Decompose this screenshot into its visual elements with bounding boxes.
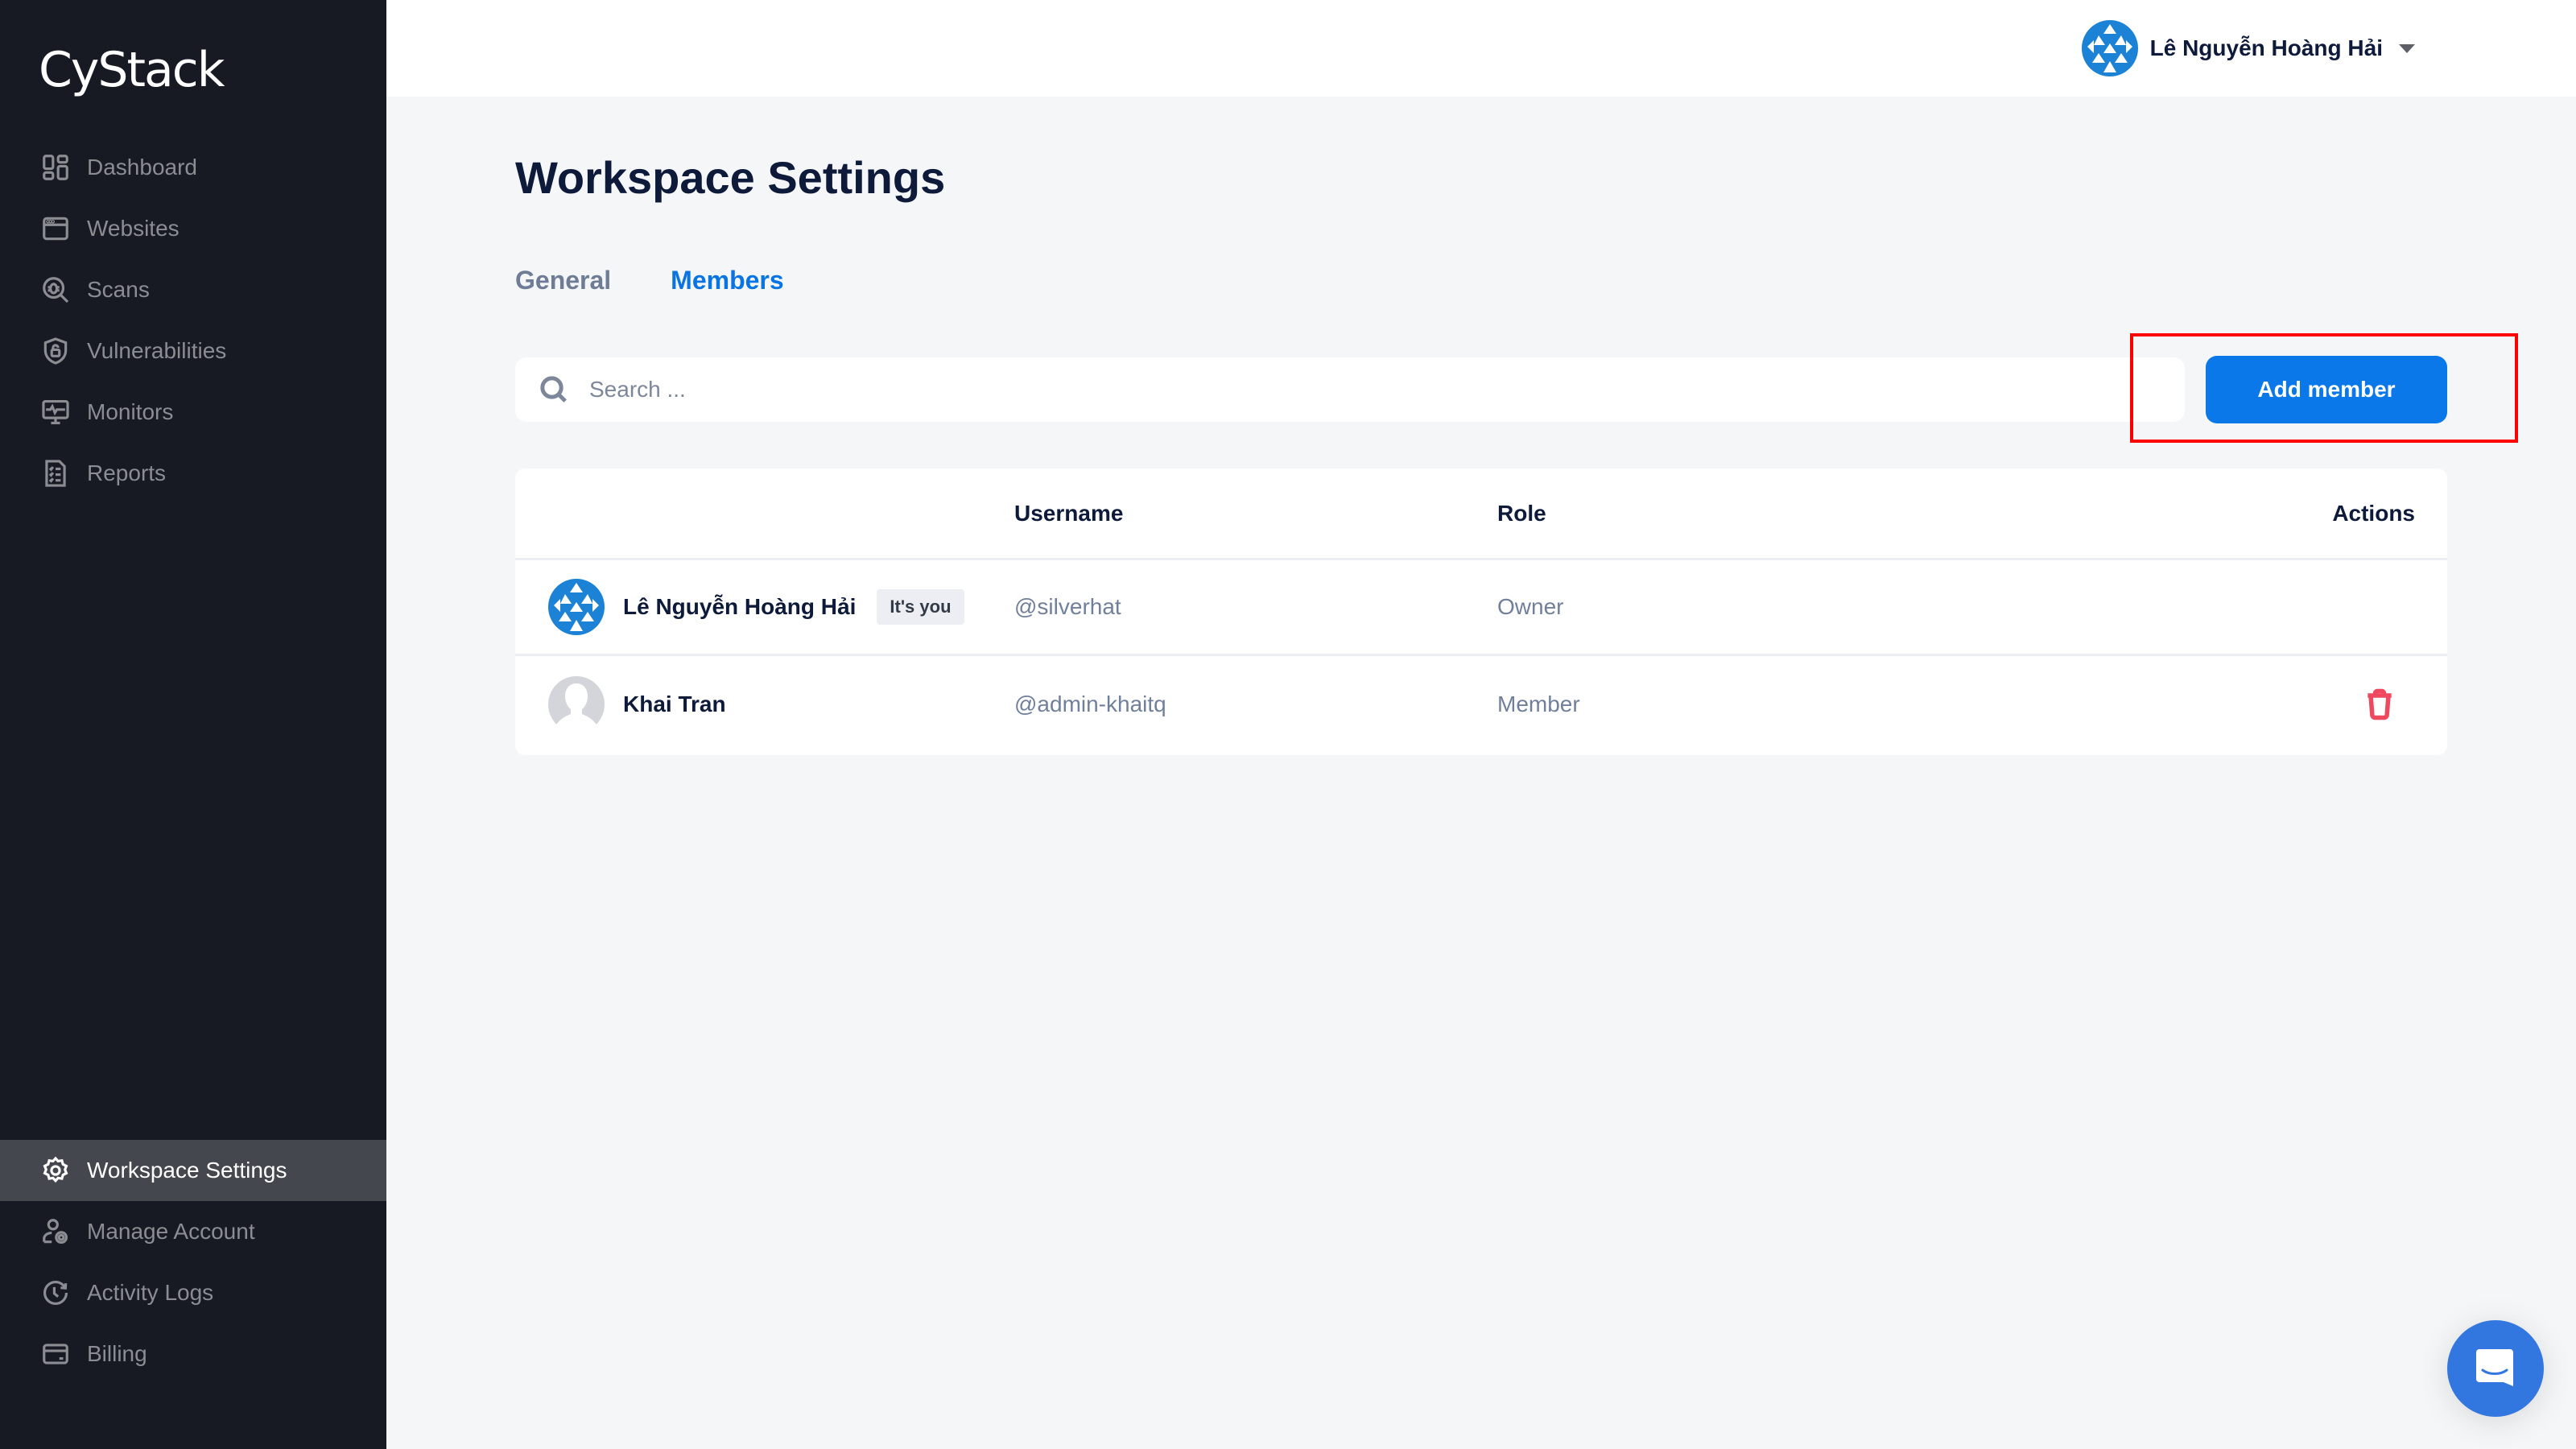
checklist-report-icon — [39, 456, 72, 490]
user-name: Lê Nguyễn Hoàng Hải — [2149, 35, 2383, 60]
dashboard-icon — [39, 151, 72, 184]
member-avatar — [547, 578, 605, 636]
sidebar: CyStack Dashboard Websites Scans Vulnera… — [0, 0, 386, 1449]
table-header: Username Role Actions — [515, 469, 2447, 560]
sidebar-item-label: Monitors — [87, 399, 174, 424]
sidebar-item-label: Billing — [87, 1341, 147, 1366]
browser-window-icon — [39, 212, 72, 246]
sidebar-item-label: Manage Account — [87, 1219, 255, 1244]
search-icon — [540, 376, 567, 402]
sidebar-item-manage-account[interactable]: Manage Account — [0, 1201, 386, 1262]
sidebar-item-scans[interactable]: Scans — [0, 259, 386, 320]
member-name: Khai Tran — [623, 691, 726, 716]
add-member-button[interactable]: Add member — [2206, 356, 2447, 423]
its-you-badge: It's you — [877, 589, 964, 625]
user-avatar — [2081, 19, 2139, 77]
sidebar-settings-nav: Workspace Settings Manage Account Activi… — [0, 1140, 386, 1385]
sidebar-item-workspace-settings[interactable]: Workspace Settings — [0, 1140, 386, 1201]
column-header-actions: Actions — [2332, 500, 2415, 526]
member-role: Owner — [1497, 594, 1564, 619]
table-row: Khai Tran @admin-khaitq Member — [515, 656, 2447, 752]
members-table: Username Role Actions Lê Nguyễn Hoàng Hả… — [515, 469, 2447, 755]
sidebar-item-label: Websites — [87, 216, 180, 241]
sidebar-item-activity-logs[interactable]: Activity Logs — [0, 1262, 386, 1323]
trash-icon — [2368, 688, 2392, 720]
search-input[interactable] — [589, 377, 2119, 402]
sidebar-item-monitors[interactable]: Monitors — [0, 382, 386, 443]
page-title: Workspace Settings — [515, 152, 946, 203]
shield-lock-icon — [39, 334, 72, 368]
clock-history-icon — [39, 1276, 72, 1310]
member-username: @admin-khaitq — [1014, 691, 1166, 716]
sidebar-item-label: Scans — [87, 277, 150, 302]
top-header: Lê Nguyễn Hoàng Hải — [386, 0, 2576, 97]
bug-search-icon — [39, 273, 72, 307]
sidebar-item-label: Activity Logs — [87, 1280, 214, 1305]
member-search — [515, 357, 2185, 422]
delete-member-button[interactable] — [2362, 687, 2397, 722]
tab-members[interactable]: Members — [671, 266, 784, 295]
sidebar-item-billing[interactable]: Billing — [0, 1323, 386, 1385]
support-chat-button[interactable] — [2447, 1320, 2544, 1417]
column-header-username: Username — [1014, 500, 1124, 526]
sidebar-main-nav: Dashboard Websites Scans Vulnerabilities… — [0, 137, 386, 504]
member-username: @silverhat — [1014, 594, 1121, 619]
sidebar-item-dashboard[interactable]: Dashboard — [0, 137, 386, 198]
column-header-role: Role — [1497, 500, 1546, 526]
default-user-avatar — [547, 675, 605, 733]
credit-card-icon — [39, 1337, 72, 1371]
sidebar-item-label: Vulnerabilities — [87, 338, 227, 363]
sidebar-item-websites[interactable]: Websites — [0, 198, 386, 259]
user-menu-dropdown[interactable]: Lê Nguyễn Hoàng Hải — [2081, 19, 2415, 77]
sidebar-item-label: Dashboard — [87, 155, 197, 180]
tab-general[interactable]: General — [515, 266, 611, 295]
member-role: Member — [1497, 691, 1580, 716]
gear-icon — [39, 1154, 72, 1187]
sidebar-item-reports[interactable]: Reports — [0, 443, 386, 504]
sidebar-item-label: Workspace Settings — [87, 1158, 287, 1183]
sidebar-item-label: Reports — [87, 460, 167, 485]
table-row: Lê Nguyễn Hoàng Hải It's you @silverhat … — [515, 560, 2447, 656]
member-cell: Lê Nguyễn Hoàng Hải It's you — [547, 578, 964, 636]
member-name: Lê Nguyễn Hoàng Hải — [623, 594, 857, 619]
chevron-down-icon — [2399, 43, 2415, 53]
member-cell: Khai Tran — [547, 675, 726, 733]
monitor-pulse-icon — [39, 395, 72, 429]
chat-bubble-icon — [2476, 1349, 2513, 1386]
sidebar-item-vulnerabilities[interactable]: Vulnerabilities — [0, 320, 386, 382]
settings-tabs: General Members — [515, 266, 844, 295]
cystack-logo[interactable]: CyStack — [39, 42, 225, 98]
user-gear-icon — [39, 1215, 72, 1249]
